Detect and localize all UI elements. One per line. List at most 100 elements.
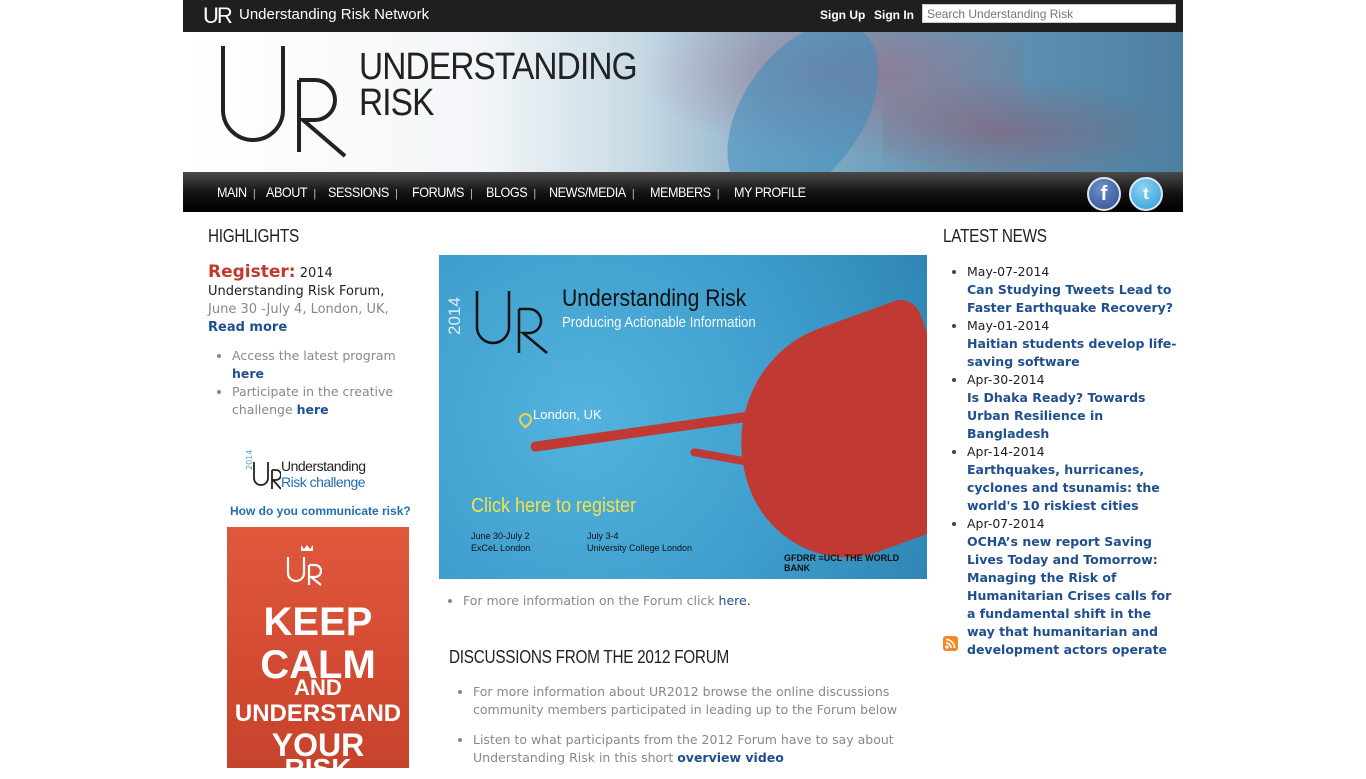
- nav-separator: |: [395, 188, 399, 200]
- list-item: Participate in the creative challenge he…: [232, 383, 408, 419]
- nav-link[interactable]: MAIN: [217, 184, 247, 200]
- news-date: Apr-14-2014: [967, 444, 1045, 459]
- more-info-list: For more information on the Forum click …: [439, 593, 751, 608]
- news-title-link[interactable]: Haitian students develop life-saving sof…: [967, 336, 1176, 369]
- promo-year: 2014: [445, 297, 464, 335]
- promo-date1-line2: ExCeL London: [471, 543, 531, 553]
- more-info-here-link[interactable]: here.: [719, 593, 751, 608]
- top-bar: UR Understanding Risk Network Sign Up Si…: [183, 0, 1183, 32]
- register-label: Register:: [208, 262, 296, 282]
- banner-title-line2: RISK: [359, 82, 434, 124]
- promo-title: Understanding Risk: [562, 285, 747, 312]
- rss-icon[interactable]: [943, 636, 958, 651]
- news-title-link[interactable]: Can Studying Tweets Lead to Faster Earth…: [967, 282, 1173, 315]
- news-title-link[interactable]: Earthquakes, hurricanes, cyclones and ts…: [967, 462, 1160, 513]
- challenge-question-link[interactable]: How do you communicate risk?: [230, 504, 411, 518]
- nav-separator: |: [533, 188, 537, 200]
- challenge-line1: Understanding: [281, 458, 366, 474]
- list-item: For more information on the Forum click …: [463, 593, 751, 608]
- discussions-heading: DISCUSSIONS FROM THE 2012 FORUM: [449, 647, 730, 667]
- facebook-icon[interactable]: f: [1087, 177, 1121, 211]
- register-dates: June 30 -July 4, London, UK,: [208, 302, 389, 317]
- news-item: May-07-2014 Can Studying Tweets Lead to F…: [967, 263, 1183, 317]
- discussions-list: For more information about UR2012 browse…: [449, 683, 913, 779]
- news-item: Apr-14-2014 Earthquakes, hurricanes, cycl…: [967, 443, 1183, 515]
- page: UR Understanding Risk Network Sign Up Si…: [183, 0, 1183, 768]
- poster-line: AND: [294, 675, 342, 700]
- click-to-register-text[interactable]: Click here to register: [471, 495, 636, 518]
- nav-item-about[interactable]: ABOUT |: [266, 184, 322, 200]
- ur-logo-small[interactable]: UR: [203, 3, 233, 29]
- nav-item-main[interactable]: MAIN |: [217, 184, 261, 200]
- poster-line: UNDERSTAND: [234, 700, 402, 727]
- nav-link[interactable]: MEMBERS: [650, 184, 711, 200]
- register-promo-banner[interactable]: 2014 Understanding Risk Producing Action…: [439, 255, 927, 579]
- promo-date1-line1: June 30-July 2: [471, 531, 530, 541]
- promo-location: London, UK: [533, 407, 602, 422]
- promo-date2-line1: July 3-4: [587, 531, 619, 541]
- challenge-logo[interactable]: 2014 Understanding Risk challenge: [245, 450, 395, 493]
- list-item: For more information about UR2012 browse…: [473, 683, 913, 719]
- nav-separator: |: [313, 188, 317, 200]
- challenge-line2: Risk challenge: [281, 474, 366, 490]
- twitter-icon[interactable]: t: [1129, 177, 1163, 211]
- nav-item-sessions[interactable]: SESSIONS |: [328, 184, 404, 200]
- challenge-ur-mark: [253, 462, 281, 490]
- sign-in-link[interactable]: Sign In: [874, 8, 914, 22]
- promo-dates-1: June 30-July 2 ExCeL London: [471, 530, 530, 554]
- latest-news-column: LATEST NEWS May-07-2014 Can Studying Twee…: [943, 226, 1183, 659]
- poster-line: KEEP: [263, 600, 373, 644]
- list-item-text: Access the latest program: [232, 348, 396, 363]
- nav-item-my-profile[interactable]: MY PROFILE: [734, 184, 806, 200]
- rss-glyph: [945, 638, 956, 649]
- nav-item-news-media[interactable]: NEWS/MEDIA |: [549, 184, 640, 200]
- promo-date2-line2: University College London: [587, 543, 693, 553]
- nav-link[interactable]: NEWS/MEDIA: [549, 184, 626, 200]
- nav-item-forums[interactable]: FORUMS |: [412, 184, 479, 200]
- news-date: Apr-30-2014: [967, 372, 1045, 387]
- nav-separator: |: [470, 188, 474, 200]
- latest-news-heading: LATEST NEWS: [943, 226, 1047, 246]
- nav-item-members[interactable]: MEMBERS |: [650, 184, 725, 200]
- crown-ur-icon: [286, 545, 323, 586]
- promo-ur-logo: [475, 291, 548, 354]
- site-name-link[interactable]: Understanding Risk Network: [239, 6, 429, 23]
- news-item: Apr-30-2014 Is Dhaka Ready? Towards Urban…: [967, 371, 1183, 443]
- news-list: May-07-2014 Can Studying Tweets Lead to F…: [943, 263, 1183, 659]
- poster-line: RISK: [227, 755, 409, 769]
- register-block: Register: 2014 Understanding Risk Forum,…: [208, 263, 408, 337]
- nav-link[interactable]: MY PROFILE: [734, 184, 806, 200]
- nav-link[interactable]: FORUMS: [412, 184, 464, 200]
- nav-item-blogs[interactable]: BLOGS |: [486, 184, 542, 200]
- nav-separator: |: [717, 188, 720, 200]
- nav-link[interactable]: BLOGS: [486, 184, 528, 200]
- nav-separator: |: [631, 188, 635, 200]
- promo-subtitle: Producing Actionable Information: [562, 314, 756, 331]
- overview-video-link[interactable]: overview video: [677, 750, 784, 765]
- nav-separator: |: [253, 188, 256, 200]
- news-item: Apr-07-2014 OCHA’s new report Saving Live…: [967, 515, 1183, 659]
- nav-list: MAIN | ABOUT | SESSIONS | FORUMS | BLOGS | NEWS/ME…: [217, 184, 813, 200]
- highlights-column: HIGHLIGHTS Register: 2014 Understanding …: [208, 226, 408, 419]
- news-item: May-01-2014 Haitian students develop life…: [967, 317, 1183, 371]
- main-nav: MAIN | ABOUT | SESSIONS | FORUMS | BLOGS | NEWS/ME…: [183, 172, 1183, 212]
- program-here-link[interactable]: here: [232, 366, 264, 381]
- news-title-link[interactable]: Is Dhaka Ready? Towards Urban Resilience…: [967, 390, 1145, 441]
- discussion-text: For more information about UR2012 browse…: [473, 684, 898, 717]
- sign-up-link[interactable]: Sign Up: [820, 8, 865, 22]
- banner-land-shape: [883, 72, 1183, 172]
- partner-logos: GFDRR ≡UCL THE WORLD BANK: [784, 553, 900, 573]
- more-info-text: For more information on the Forum click: [463, 593, 715, 608]
- highlights-list: Access the latest program here Participa…: [208, 347, 408, 419]
- news-title-link[interactable]: OCHA’s new report Saving Lives Today and…: [967, 534, 1171, 657]
- news-date: May-01-2014: [967, 318, 1050, 333]
- read-more-link[interactable]: Read more: [208, 320, 287, 335]
- search-input[interactable]: [922, 4, 1176, 23]
- nav-link[interactable]: SESSIONS: [328, 184, 389, 200]
- keep-calm-poster[interactable]: KEEPCALMANDUNDERSTANDYOURRISK: [227, 527, 409, 768]
- list-item: Access the latest program here: [232, 347, 408, 383]
- nav-link[interactable]: ABOUT: [266, 184, 308, 200]
- header-banner[interactable]: UNDERSTANDING RISK: [183, 32, 1183, 172]
- promo-dates-2: July 3-4 University College London: [587, 530, 692, 554]
- challenge-here-link[interactable]: here: [297, 402, 329, 417]
